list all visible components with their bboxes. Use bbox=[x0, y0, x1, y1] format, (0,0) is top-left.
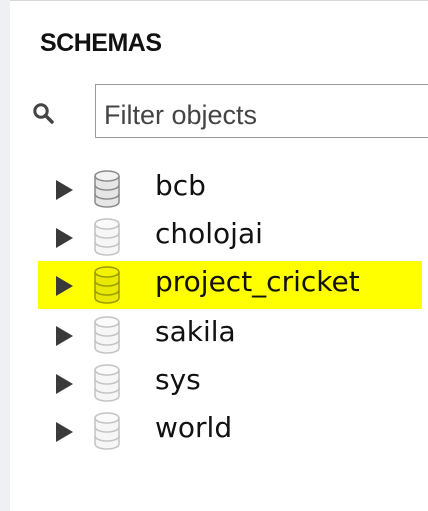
search-icon bbox=[33, 103, 54, 124]
filter-objects-input[interactable] bbox=[95, 84, 428, 138]
panel-title: SCHEMAS bbox=[40, 29, 162, 57]
database-icon bbox=[94, 218, 120, 256]
database-icon bbox=[94, 412, 120, 450]
schema-row-cholojai[interactable]: cholojai bbox=[10, 213, 428, 261]
schema-label: bcb bbox=[155, 169, 206, 202]
expand-arrow-icon[interactable] bbox=[56, 228, 73, 248]
expand-arrow-icon[interactable] bbox=[56, 422, 73, 442]
schema-row-sys[interactable]: sys bbox=[10, 359, 428, 407]
schema-row-world[interactable]: world bbox=[10, 407, 428, 455]
left-sidebar-strip bbox=[0, 0, 10, 511]
schema-label: sakila bbox=[155, 315, 236, 348]
schema-label: world bbox=[155, 411, 233, 444]
expand-arrow-icon[interactable] bbox=[56, 326, 73, 346]
database-icon bbox=[94, 266, 120, 304]
schemas-panel: SCHEMAS bcb cholojai bbox=[10, 0, 428, 511]
expand-arrow-icon[interactable] bbox=[56, 276, 73, 296]
database-icon bbox=[94, 316, 120, 354]
panel-top-border bbox=[10, 0, 428, 1]
schema-label: sys bbox=[155, 363, 201, 396]
database-icon bbox=[94, 364, 120, 402]
schema-row-sakila[interactable]: sakila bbox=[10, 311, 428, 359]
schema-row-bcb[interactable]: bcb bbox=[10, 165, 428, 213]
schema-label: cholojai bbox=[155, 217, 263, 250]
expand-arrow-icon[interactable] bbox=[56, 374, 73, 394]
database-icon bbox=[94, 170, 120, 208]
expand-arrow-icon[interactable] bbox=[56, 180, 73, 200]
schema-row-project-cricket[interactable]: project_cricket bbox=[10, 261, 428, 309]
schema-label: project_cricket bbox=[155, 265, 360, 298]
